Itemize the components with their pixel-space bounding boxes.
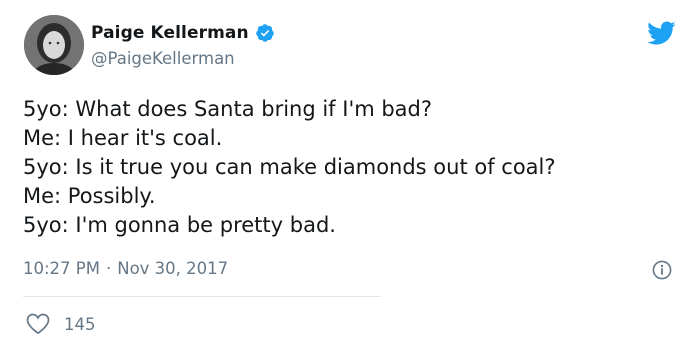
divider <box>23 296 381 297</box>
name-row: Paige Kellerman <box>91 22 275 44</box>
author-handle[interactable]: @PaigeKellerman <box>91 49 275 68</box>
tweet-line: 5yo: I'm gonna be pretty bad. <box>23 213 336 237</box>
tweet-line: Me: I hear it's coal. <box>23 126 223 150</box>
verified-badge-icon <box>255 23 275 43</box>
twitter-bird-icon[interactable] <box>646 20 676 46</box>
meta-separator: · <box>105 259 112 278</box>
tweet-date: Nov 30, 2017 <box>117 259 229 278</box>
tweet-text: 5yo: What does Santa bring if I'm bad? M… <box>23 95 683 240</box>
tweet-line: Me: Possibly. <box>23 184 156 208</box>
avatar[interactable] <box>24 15 84 75</box>
tweet-timestamp[interactable]: 10:27 PM · Nov 30, 2017 <box>23 259 228 278</box>
tweet-time: 10:27 PM <box>23 259 100 278</box>
tweet-line: 5yo: Is it true you can make diamonds ou… <box>23 155 556 179</box>
author-block: Paige Kellerman @PaigeKellerman <box>91 22 275 68</box>
tweet-line: 5yo: What does Santa bring if I'm bad? <box>23 97 433 121</box>
info-icon[interactable] <box>652 260 672 280</box>
heart-icon <box>26 313 50 335</box>
like-button[interactable]: 145 <box>26 313 96 335</box>
display-name[interactable]: Paige Kellerman <box>91 23 249 43</box>
tweet-card: Paige Kellerman @PaigeKellerman 5yo: Wha… <box>0 0 700 349</box>
like-count: 145 <box>64 314 96 334</box>
